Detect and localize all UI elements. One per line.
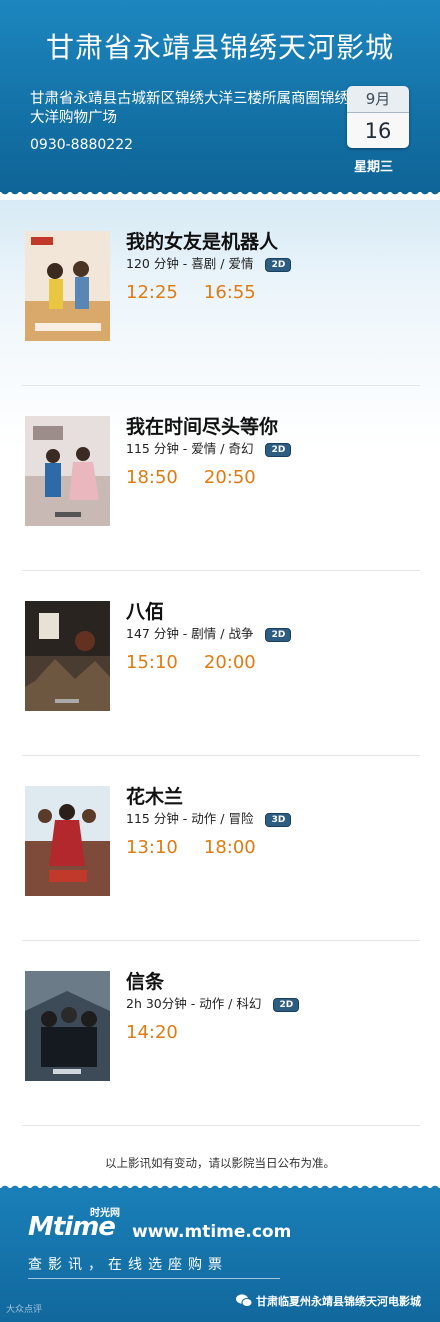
movie-meta-text: 2h 30分钟 - 动作 / 科幻 (126, 996, 262, 1011)
showtime[interactable]: 15:10 (126, 652, 178, 673)
weekday: 星期三 (354, 160, 394, 175)
showtime[interactable]: 20:50 (204, 467, 256, 488)
movie-meta-text: 147 分钟 - 剧情 / 战争 (126, 626, 254, 641)
slogan: 查影讯，在线选座购票 (28, 1257, 228, 1273)
movie-item[interactable]: 我在时间尽头等你 115 分钟 - 爱情 / 奇幻 2D 18:50 20:50 (22, 385, 420, 571)
poster-my-robot-girlfriend[interactable] (25, 231, 110, 341)
calendar-day: 16 (347, 113, 409, 148)
showtimes: 14:20 (126, 1022, 204, 1043)
calendar-month: 9月 (347, 86, 409, 113)
logo-subtitle: 时光网 (90, 1208, 120, 1219)
movie-meta: 120 分钟 - 喜剧 / 爱情 2D (126, 253, 292, 272)
showtime[interactable]: 14:20 (126, 1022, 178, 1043)
header: 甘肃省永靖县锦绣天河影城 甘肃省永靖县古城新区锦绣大洋三楼所属商圈锦绣大洋购物广… (0, 0, 440, 200)
calendar-icon: 9月 16 (347, 86, 409, 148)
movie-title[interactable]: 我在时间尽头等你 (126, 412, 278, 439)
footer: Mtime 时光网 www.mtime.com 查影讯，在线选座购票 甘肃临夏州… (0, 1182, 440, 1322)
showtime[interactable]: 20:00 (204, 652, 256, 673)
movie-meta-text: 115 分钟 - 爱情 / 奇幻 (126, 441, 254, 456)
format-badge: 2D (265, 442, 292, 457)
showtimes: 12:25 16:55 (126, 282, 282, 303)
movie-meta: 147 分钟 - 剧情 / 战争 2D (126, 623, 292, 642)
format-badge: 3D (265, 812, 292, 827)
movie-title[interactable]: 八佰 (126, 597, 164, 624)
cinema-phone[interactable]: 0930-8880222 (30, 137, 133, 153)
showtimes: 15:10 20:00 (126, 652, 282, 673)
cinema-address: 甘肃省永靖县古城新区锦绣大洋三楼所属商圈锦绣大洋购物广场 (30, 91, 349, 126)
movie-item[interactable]: 我的女友是机器人 120 分钟 - 喜剧 / 爱情 2D 12:25 16:55 (22, 200, 420, 386)
poster-tenet[interactable] (25, 971, 110, 1081)
showtime[interactable]: 13:10 (126, 837, 178, 858)
movie-meta-text: 120 分钟 - 喜剧 / 爱情 (126, 256, 254, 271)
poster-mulan[interactable] (25, 786, 110, 896)
poster-love-you-forever[interactable] (25, 416, 110, 526)
cinema-title: 甘肃省永靖县锦绣天河影城 (45, 31, 394, 64)
movie-item[interactable]: 八佰 147 分钟 - 剧情 / 战争 2D 15:10 20:00 (22, 570, 420, 756)
divider (28, 1278, 280, 1279)
showtime[interactable]: 16:55 (204, 282, 256, 303)
showtime[interactable]: 18:50 (126, 467, 178, 488)
movie-item[interactable]: 花木兰 115 分钟 - 动作 / 冒险 3D 13:10 18:00 (22, 755, 420, 941)
movie-title[interactable]: 花木兰 (126, 782, 183, 809)
showtime[interactable]: 12:25 (126, 282, 178, 303)
wechat-icon (236, 1294, 253, 1310)
site-url[interactable]: www.mtime.com (132, 1222, 291, 1242)
movie-meta-text: 115 分钟 - 动作 / 冒险 (126, 811, 254, 826)
showtimes-list: 我的女友是机器人 120 分钟 - 喜剧 / 爱情 2D 12:25 16:55 我… (0, 200, 440, 1200)
mtime-logo[interactable]: Mtime 时光网 (28, 1208, 120, 1242)
showtimes: 18:50 20:50 (126, 467, 282, 488)
format-badge: 2D (273, 997, 300, 1012)
movie-item[interactable]: 信条 2h 30分钟 - 动作 / 科幻 2D 14:20 (22, 940, 420, 1126)
movie-meta: 115 分钟 - 爱情 / 奇幻 2D (126, 438, 292, 457)
wechat-name: 甘肃临夏州永靖县锦绣天河电影城 (256, 1295, 421, 1308)
movie-title[interactable]: 我的女友是机器人 (126, 227, 278, 254)
showtimes: 13:10 18:00 (126, 837, 282, 858)
movie-meta: 2h 30分钟 - 动作 / 科幻 2D (126, 993, 300, 1012)
wechat-account[interactable]: 甘肃临夏州永靖县锦绣天河电影城 (236, 1293, 421, 1310)
watermark: 大众点评 (6, 1305, 43, 1315)
notice-text: 以上影讯如有变动，请以影院当日公布为准。 (105, 1156, 335, 1170)
movie-title[interactable]: 信条 (126, 967, 164, 994)
movie-meta: 115 分钟 - 动作 / 冒险 3D (126, 808, 292, 827)
poster-the-eight-hundred[interactable] (25, 601, 110, 711)
format-badge: 2D (265, 627, 292, 642)
showtime[interactable]: 18:00 (204, 837, 256, 858)
format-badge: 2D (265, 257, 292, 272)
